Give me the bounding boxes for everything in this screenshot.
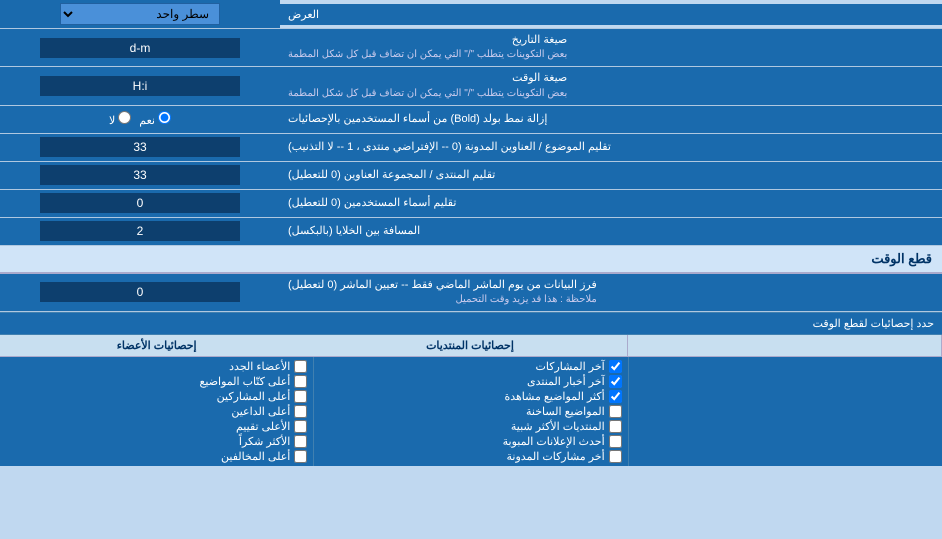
display-row: العرض سطر واحد سطرين ثلاثة أسطر [0,0,942,29]
list-item: المواضيع الساخنة [320,405,621,418]
checkboxes-area: آخر المشاركات آخر أخبار المنتدى أكثر الم… [0,357,942,466]
check-blog-posts[interactable] [609,450,622,463]
forum-addr-row: تقليم المنتدى / المجموعة العناوين (0 للت… [0,162,942,190]
forum-addr-input[interactable] [40,165,240,185]
time-format-input[interactable] [40,76,240,96]
list-item: الأعضاء الجدد [6,360,307,373]
subject-addr-row: تقليم الموضوع / العناوين المدونة (0 -- ا… [0,134,942,162]
limit-label: حدد إحصائيات لقطع الوقت [8,317,934,330]
check-most-thanks[interactable] [294,435,307,448]
list-item: أعلى كتّاب المواضيع [6,375,307,388]
list-item: أخر مشاركات المدونة [320,450,621,463]
check-most-viewed[interactable] [609,390,622,403]
cell-distance-label: المسافة بين الخلايا (بالبكسل) [280,218,942,245]
checkbox-headers: إحصائيات المنتديات إحصائيات الأعضاء [0,335,942,357]
list-item: آخر أخبار المنتدى [320,375,621,388]
list-item: أعلى المخالفين [6,450,307,463]
date-format-input[interactable] [40,38,240,58]
checkbox-col-members: الأعضاء الجدد أعلى كتّاب المواضيع أعلى ا… [0,357,314,466]
remove-bold-radio-group: نعم لا [109,111,171,127]
list-item: المنتديات الأكثر شبية [320,420,621,433]
usernames-input[interactable] [40,193,240,213]
subject-addr-input-wrap [0,134,280,161]
forum-addr-label: تقليم المنتدى / المجموعة العناوين (0 للت… [280,162,942,189]
usernames-row: تقليم أسماء المستخدمين (0 للتعطيل) [0,190,942,218]
check-label: أعلى الداعين [231,405,290,418]
usernames-label: تقليم أسماء المستخدمين (0 للتعطيل) [280,190,942,217]
remove-bold-label: إزالة نمط بولد (Bold) من أسماء المستخدمي… [280,106,942,133]
check-label: الأعضاء الجدد [229,360,290,373]
checkbox-col-forums: آخر المشاركات آخر أخبار المنتدى أكثر الم… [314,357,628,466]
check-top-rated[interactable] [294,420,307,433]
check-label: أعلى المخالفين [221,450,290,463]
check-classifieds[interactable] [609,435,622,448]
check-most-like[interactable] [609,420,622,433]
cell-distance-row: المسافة بين الخلايا (بالبكسل) [0,218,942,246]
check-last-posts[interactable] [609,360,622,373]
list-item: أحدث الإعلانات المبوبة [320,435,621,448]
list-item: أكثر المواضيع مشاهدة [320,390,621,403]
display-select-wrapper: سطر واحد سطرين ثلاثة أسطر [0,0,280,28]
check-label: المواضيع الساخنة [526,405,605,418]
check-forum-news[interactable] [609,375,622,388]
check-label: أعلى كتّاب المواضيع [200,375,291,388]
check-label: أعلى المشاركين [217,390,291,403]
forum-addr-input-wrap [0,162,280,189]
checkbox-col-empty [629,357,942,466]
check-new-members[interactable] [294,360,307,373]
list-item: أعلى المشاركين [6,390,307,403]
check-top-inviters[interactable] [294,405,307,418]
cell-distance-input-wrap [0,218,280,245]
date-format-input-wrap [0,29,280,66]
check-label: أكثر المواضيع مشاهدة [504,390,604,403]
radio-yes-label: نعم [139,111,171,127]
radio-no[interactable] [118,111,131,124]
time-filter-input[interactable] [40,282,240,302]
time-filter-row: فرز البيانات من يوم الماشر الماضي فقط --… [0,274,942,312]
time-filter-input-wrap [0,274,280,311]
usernames-input-wrap [0,190,280,217]
check-top-violators[interactable] [294,450,307,463]
check-hot-topics[interactable] [609,405,622,418]
subject-addr-label: تقليم الموضوع / العناوين المدونة (0 -- ا… [280,134,942,161]
check-label: الأكثر شكراً [239,435,290,448]
date-format-row: صيغة التاريخ بعض التكوينات يتطلب "/" الت… [0,29,942,67]
radio-no-label: لا [109,111,131,127]
col2-header: إحصائيات المنتديات [313,335,627,356]
check-label: المنتديات الأكثر شبية [511,420,605,433]
limit-row: حدد إحصائيات لقطع الوقت [0,313,942,335]
display-select[interactable]: سطر واحد سطرين ثلاثة أسطر [60,3,220,25]
check-top-writers[interactable] [294,375,307,388]
display-label: العرض [280,4,942,25]
remove-bold-row: إزالة نمط بولد (Bold) من أسماء المستخدمي… [0,106,942,134]
time-format-row: صيغة الوقت بعض التكوينات يتطلب "/" التي … [0,67,942,105]
check-top-participants[interactable] [294,390,307,403]
main-container: العرض سطر واحد سطرين ثلاثة أسطر صيغة الت… [0,0,942,466]
time-format-input-wrap [0,67,280,104]
list-item: أعلى الداعين [6,405,307,418]
date-format-label: صيغة التاريخ بعض التكوينات يتطلب "/" الت… [280,29,942,66]
radio-yes[interactable] [158,111,171,124]
checkboxes-container: حدد إحصائيات لقطع الوقت إحصائيات المنتدي… [0,312,942,466]
check-label: أحدث الإعلانات المبوبة [503,435,605,448]
col1-header [628,335,942,356]
remove-bold-radio-wrap: نعم لا [0,106,280,133]
time-section-header: قطع الوقت [0,246,942,274]
check-label: آخر أخبار المنتدى [527,375,605,388]
subject-addr-input[interactable] [40,137,240,157]
time-filter-label: فرز البيانات من يوم الماشر الماضي فقط --… [280,274,942,311]
check-label: آخر المشاركات [536,360,605,373]
list-item: الأعلى تقييم [6,420,307,433]
time-format-label: صيغة الوقت بعض التكوينات يتطلب "/" التي … [280,67,942,104]
col3-header: إحصائيات الأعضاء [0,335,313,356]
check-label: أخر مشاركات المدونة [507,450,605,463]
cell-distance-input[interactable] [40,221,240,241]
list-item: الأكثر شكراً [6,435,307,448]
check-label: الأعلى تقييم [236,420,290,433]
list-item: آخر المشاركات [320,360,621,373]
